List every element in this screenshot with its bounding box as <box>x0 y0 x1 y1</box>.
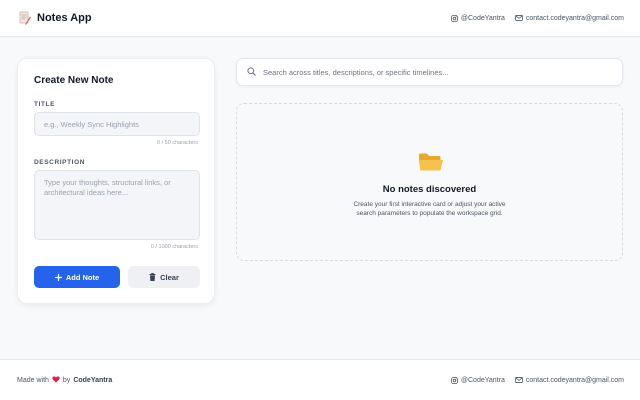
footer-email-address: contact.codeyantra@gmail.com <box>525 376 624 384</box>
made-with-text: Made with <box>17 376 49 384</box>
plus-icon <box>54 273 62 281</box>
description-label: DESCRIPTION <box>34 159 86 166</box>
header-email-link[interactable]: contact.codeyantra@gmail.com <box>515 15 624 22</box>
clear-label: Clear <box>160 272 179 282</box>
mail-icon <box>515 15 523 21</box>
footer-instagram-link[interactable]: @CodeYantra <box>451 377 505 384</box>
description-textarea[interactable] <box>34 170 200 240</box>
add-note-button[interactable]: Add Note <box>34 266 120 288</box>
title-label: TITLE <box>34 101 56 108</box>
made-by-text: by <box>62 376 71 384</box>
add-note-label: Add Note <box>65 272 100 282</box>
clear-button[interactable]: Clear <box>128 266 200 288</box>
empty-state-description: Create your first interactive card or ad… <box>237 200 622 218</box>
made-with-credit: Made with by CodeYantra <box>17 375 113 385</box>
header-instagram-handle: @CodeYantra <box>460 14 505 22</box>
instagram-icon <box>451 14 458 22</box>
footer-contacts: @CodeYantra contact.codeyantra@gmail.com <box>451 377 624 384</box>
heart-icon <box>52 375 60 385</box>
mail-icon <box>515 377 523 383</box>
open-folder-icon <box>418 152 444 177</box>
footer-instagram-handle: @CodeYantra <box>460 376 505 384</box>
empty-state-title: No notes discovered <box>382 184 477 195</box>
app-title: Notes App <box>37 12 92 24</box>
empty-state-line-1: Create your first interactive card or ad… <box>353 201 506 208</box>
note-pencil-icon <box>19 11 31 25</box>
search-bar <box>236 58 623 86</box>
app-header: Notes App @CodeYantra contact.codeyantra… <box>0 0 640 37</box>
search-icon <box>247 63 256 81</box>
instagram-icon <box>451 376 458 384</box>
description-char-counter: 0 / 1000 characters <box>150 244 198 250</box>
header-email-address: contact.codeyantra@gmail.com <box>525 14 624 22</box>
app-footer: Made with by CodeYantra @CodeYantra cont… <box>0 359 640 400</box>
create-note-panel: Create New Note TITLE 0 / 50 characters … <box>17 58 215 304</box>
title-char-counter: 0 / 50 characters <box>157 140 198 146</box>
title-input[interactable] <box>34 112 200 136</box>
create-note-heading: Create New Note <box>34 75 114 86</box>
footer-email-link[interactable]: contact.codeyantra@gmail.com <box>515 377 624 384</box>
trash-icon <box>149 273 156 281</box>
search-input[interactable] <box>263 67 612 77</box>
empty-state-line-2: search parameters to populate the worksp… <box>356 210 503 217</box>
author-name: CodeYantra <box>73 376 113 384</box>
header-contacts: @CodeYantra contact.codeyantra@gmail.com <box>451 15 624 22</box>
empty-state: No notes discovered Create your first in… <box>236 103 623 261</box>
brand: Notes App <box>19 11 92 25</box>
header-instagram-link[interactable]: @CodeYantra <box>451 15 505 22</box>
